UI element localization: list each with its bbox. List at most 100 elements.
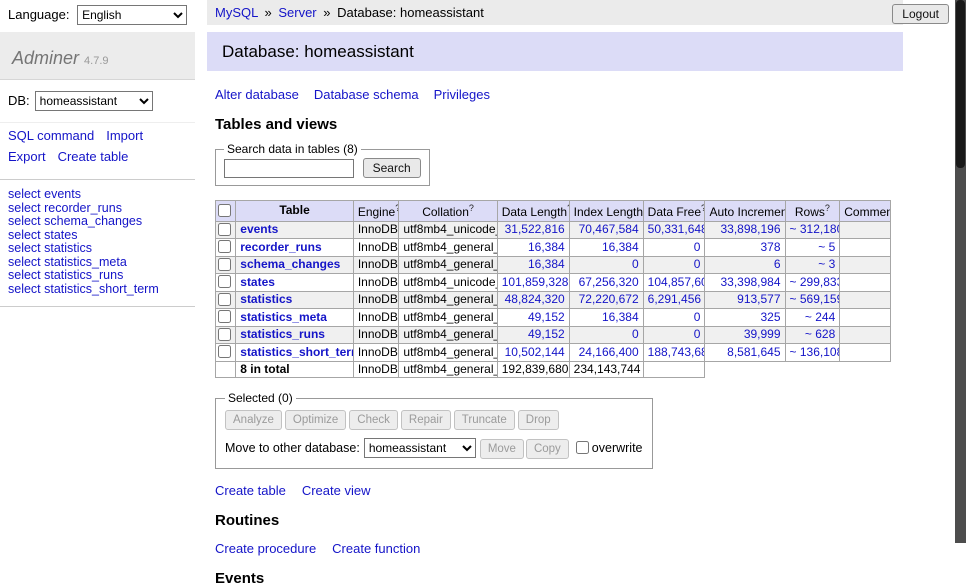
- data-free-link[interactable]: 0: [694, 310, 701, 324]
- sidebar-link-select-statistics-meta[interactable]: select statistics_meta: [8, 256, 187, 270]
- row-checkbox-statistics[interactable]: [218, 293, 231, 306]
- table-link-statistics_meta[interactable]: statistics_meta: [240, 310, 327, 324]
- data-free-link[interactable]: 104,857,600: [648, 275, 705, 289]
- index-length-link[interactable]: 72,220,672: [579, 292, 639, 306]
- table-link-events[interactable]: events: [240, 222, 278, 236]
- auto-increment-link[interactable]: 39,999: [744, 327, 781, 341]
- rows-count-link[interactable]: ~ 312,180: [790, 222, 840, 236]
- privileges-link[interactable]: Privileges: [434, 87, 490, 102]
- help-icon[interactable]: ?: [395, 203, 399, 213]
- sql-command-link[interactable]: SQL command: [8, 128, 94, 143]
- sidebar-link-select-states[interactable]: select states: [8, 229, 187, 243]
- sidebar-link-select-statistics-short-term[interactable]: select statistics_short_term: [8, 283, 187, 297]
- row-checkbox-recorder_runs[interactable]: [218, 240, 231, 253]
- scrollbar-thumb[interactable]: [956, 0, 965, 168]
- copy-button[interactable]: Copy: [526, 439, 569, 459]
- breadcrumb-server-link[interactable]: Server: [278, 5, 316, 20]
- data-length-link[interactable]: 49,152: [528, 327, 565, 341]
- move-button[interactable]: Move: [480, 439, 524, 459]
- row-checkbox-states[interactable]: [218, 275, 231, 288]
- data-free-link[interactable]: 0: [694, 327, 701, 341]
- create-function-link[interactable]: Create function: [332, 541, 420, 556]
- row-checkbox-events[interactable]: [218, 223, 231, 236]
- index-length-link[interactable]: 67,256,320: [579, 275, 639, 289]
- optimize-button[interactable]: Optimize: [285, 410, 346, 430]
- auto-increment-link[interactable]: 378: [761, 240, 781, 254]
- help-icon[interactable]: ?: [469, 203, 474, 213]
- database-schema-link[interactable]: Database schema: [314, 87, 419, 102]
- search-input[interactable]: [224, 159, 354, 178]
- rows-count-link[interactable]: ~ 136,108: [790, 345, 840, 359]
- footer-blank-cell: [840, 361, 891, 378]
- rows-count-link[interactable]: ~ 628: [805, 327, 835, 341]
- sidebar-link-select-schema-changes[interactable]: select schema_changes: [8, 215, 187, 229]
- data-length-link[interactable]: 16,384: [528, 257, 565, 271]
- sidebar-link-select-statistics[interactable]: select statistics: [8, 242, 187, 256]
- auto-increment-link[interactable]: 8,581,645: [727, 345, 780, 359]
- data-length-link[interactable]: 101,859,328: [502, 275, 569, 289]
- index-length-link[interactable]: 0: [632, 327, 639, 341]
- auto-increment-link[interactable]: 6: [774, 257, 781, 271]
- table-link-statistics_runs[interactable]: statistics_runs: [240, 327, 325, 341]
- check-button[interactable]: Check: [349, 410, 398, 430]
- index-length-link[interactable]: 24,166,400: [579, 345, 639, 359]
- search-button[interactable]: Search: [363, 158, 421, 178]
- repair-button[interactable]: Repair: [401, 410, 451, 430]
- index-length-link[interactable]: 70,467,584: [579, 222, 639, 236]
- data-length-link[interactable]: 49,152: [528, 310, 565, 324]
- export-link[interactable]: Export: [8, 149, 46, 164]
- overwrite-checkbox[interactable]: [576, 441, 589, 454]
- help-icon[interactable]: ?: [825, 203, 830, 213]
- data-length-link[interactable]: 31,522,816: [505, 222, 565, 236]
- language-select[interactable]: English: [77, 5, 187, 25]
- auto-increment-link[interactable]: 325: [761, 310, 781, 324]
- create-view-link-bottom[interactable]: Create view: [302, 483, 371, 498]
- data-length-link[interactable]: 16,384: [528, 240, 565, 254]
- data-length-link[interactable]: 10,502,144: [505, 345, 565, 359]
- table-link-statistics[interactable]: statistics: [240, 292, 292, 306]
- rows-count-link[interactable]: ~ 299,833: [790, 275, 840, 289]
- data-free-link[interactable]: 6,291,456: [648, 292, 701, 306]
- create-table-link[interactable]: Create table: [58, 149, 129, 164]
- index-length-link[interactable]: 0: [632, 257, 639, 271]
- import-link[interactable]: Import: [106, 128, 143, 143]
- auto-increment-link[interactable]: 913,577: [737, 292, 780, 306]
- sidebar-link-select-statistics-runs[interactable]: select statistics_runs: [8, 269, 187, 283]
- rows-count-link[interactable]: ~ 569,159: [790, 292, 840, 306]
- rows-count-link[interactable]: ~ 3: [818, 257, 835, 271]
- index-length-link[interactable]: 16,384: [602, 240, 639, 254]
- select-all-checkbox[interactable]: [218, 204, 231, 217]
- table-link-statistics_short_term[interactable]: statistics_short_term: [240, 345, 353, 359]
- db-select[interactable]: homeassistant: [35, 91, 153, 111]
- table-link-states[interactable]: states: [240, 275, 275, 289]
- drop-button[interactable]: Drop: [518, 410, 559, 430]
- data-free-link[interactable]: 50,331,648: [648, 222, 705, 236]
- data-free-link[interactable]: 0: [694, 257, 701, 271]
- move-db-select[interactable]: homeassistant: [364, 438, 476, 458]
- row-checkbox-statistics_short_term[interactable]: [218, 345, 231, 358]
- help-icon[interactable]: ?: [701, 203, 705, 213]
- scrollbar[interactable]: [955, 0, 966, 543]
- auto-increment-link[interactable]: 33,398,984: [720, 275, 780, 289]
- data-free-link[interactable]: 188,743,680: [648, 345, 705, 359]
- data-length-link[interactable]: 48,824,320: [505, 292, 565, 306]
- rows-count-link[interactable]: ~ 5: [818, 240, 835, 254]
- table-link-schema_changes[interactable]: schema_changes: [240, 257, 340, 271]
- alter-database-link[interactable]: Alter database: [215, 87, 299, 102]
- create-procedure-link[interactable]: Create procedure: [215, 541, 316, 556]
- rows-count-link[interactable]: ~ 244: [805, 310, 835, 324]
- sidebar-link-select-events[interactable]: select events: [8, 188, 187, 202]
- truncate-button[interactable]: Truncate: [454, 410, 515, 430]
- sidebar-link-select-recorder-runs[interactable]: select recorder_runs: [8, 202, 187, 216]
- create-table-link-bottom[interactable]: Create table: [215, 483, 286, 498]
- data-free-link[interactable]: 0: [694, 240, 701, 254]
- breadcrumb-mysql-link[interactable]: MySQL: [215, 5, 258, 20]
- index-length-link[interactable]: 16,384: [602, 310, 639, 324]
- analyze-button[interactable]: Analyze: [225, 410, 282, 430]
- row-checkbox-statistics_meta[interactable]: [218, 310, 231, 323]
- row-checkbox-statistics_runs[interactable]: [218, 328, 231, 341]
- logout-button[interactable]: Logout: [892, 4, 949, 24]
- table-link-recorder_runs[interactable]: recorder_runs: [240, 240, 321, 254]
- auto-increment-link[interactable]: 33,898,196: [720, 222, 780, 236]
- row-checkbox-schema_changes[interactable]: [218, 258, 231, 271]
